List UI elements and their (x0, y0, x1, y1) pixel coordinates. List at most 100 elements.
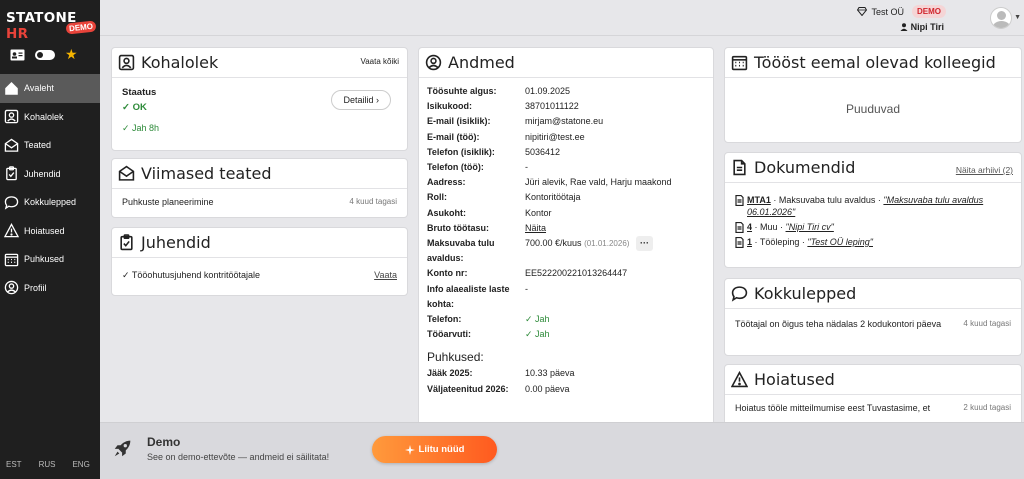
document-icon (735, 237, 744, 248)
user-name[interactable]: Nipi Tiri (900, 22, 944, 32)
data-row: Väljateenitud 2026: 0.00 päeva (427, 383, 570, 394)
sidebar-item-profiil[interactable]: Profiil (0, 274, 100, 303)
view-link[interactable]: Vaata (374, 270, 397, 280)
kokkulepped-card: Kokkulepped Töötajal on õigus teha nädal… (724, 278, 1022, 356)
sidebar-item-teated[interactable]: Teated (0, 131, 100, 160)
document-icon (733, 159, 746, 176)
user-badge-icon (4, 110, 19, 124)
teated-header: Viimased teated (112, 159, 407, 189)
sidebar-item-label: Avaleht (24, 83, 54, 94)
document-item[interactable]: 4 · Muu · "Nipi Tiri cv" (725, 221, 1021, 233)
data-row: Aadress: Jüri alevik, Rae vald, Harju maa… (427, 177, 672, 188)
dokumendid-card: Dokumendid Näita arhiivi (2) MTA1 · Maks… (724, 152, 1022, 268)
chat-bubble-icon (4, 195, 19, 210)
attendance-hours: ✓ Jah 8h (122, 123, 160, 133)
lang-eng[interactable]: ENG (72, 460, 89, 469)
user-circle-icon (4, 281, 19, 295)
sidebar-item-puhkused[interactable]: Puhkused (0, 245, 100, 274)
sidebar-item-label: Profiil (24, 282, 47, 293)
tax-free-date: (01.01.2026) (584, 239, 630, 249)
sidebar-item-label: Teated (24, 140, 52, 151)
card-title: Hoiatused (754, 370, 835, 389)
empty-state: Puuduvad (845, 102, 901, 116)
clipboard-check-icon (6, 166, 17, 181)
sidebar-item-avaleht[interactable]: Avaleht (0, 74, 100, 103)
vacation-title: Puhkused: (427, 350, 484, 365)
data-row: Bruto töötasu: Näita (427, 221, 713, 236)
star-icon[interactable]: ★ (65, 46, 78, 63)
sidebar-item-kohalolek[interactable]: Kohalolek (0, 103, 100, 132)
avatar[interactable] (990, 7, 1012, 29)
document-icon (735, 195, 744, 206)
document-item[interactable]: MTA1 · Maksuvaba tulu avaldus · "Maksuva… (725, 194, 1021, 218)
envelope-icon (4, 138, 19, 152)
data-row: Maksuvaba tulu avaldus: 700.00 €/kuus (0… (427, 236, 713, 266)
diamond-icon (857, 7, 868, 16)
status-block: Staatus ✓ OK ✓ Jah 8h (122, 87, 159, 134)
rocket-icon (114, 440, 131, 457)
list-item[interactable]: Hoiatus tööle mitteilmumise eest Tuvasta… (725, 395, 1021, 421)
calendar-icon (731, 55, 748, 71)
list-item: ✓ Tööohutusjuhend kontritöötajale Vaata (122, 270, 397, 280)
data-row: Jääk 2025: 10.33 päeva (427, 368, 575, 379)
employee-data-table: Töösuhte algus: 01.09.2025 Isikukood: 3870… (419, 78, 713, 397)
details-button[interactable]: Detailid › (331, 90, 391, 110)
warning-icon (731, 371, 748, 388)
document-list: MTA1 · Maksuvaba tulu avaldus · "Maksuva… (725, 194, 1021, 248)
view-all-button[interactable]: Vaata kõiki (360, 57, 399, 66)
more-options-button[interactable]: ··· (635, 236, 653, 252)
sidebar-nav: Avaleht Kohalolek Teated Juhendid Kokkul… (0, 74, 100, 302)
hoiatused-card: Hoiatused Hoiatus tööle mitteilmumise ee… (724, 364, 1022, 427)
sidebar-item-label: Hoiatused (24, 225, 65, 236)
status-value: ✓ OK (122, 102, 147, 113)
id-card-icon[interactable] (10, 49, 25, 61)
sidebar-item-label: Kohalolek (24, 111, 64, 122)
company-selector[interactable]: Test OÜ DEMO (857, 5, 946, 18)
warning-icon (4, 223, 19, 238)
sidebar-item-juhendid[interactable]: Juhendid (0, 160, 100, 189)
data-row: E-mail (isiklik): mirjam@statone.eu (427, 116, 604, 127)
card-title: Viimased teated (141, 164, 272, 183)
hoiatused-header: Hoiatused (725, 365, 1021, 395)
kokkulepped-header: Kokkulepped (725, 279, 1021, 309)
demo-banner: Demo See on demo-ettevõte — andmeid ei s… (100, 422, 1024, 479)
chevron-down-icon[interactable]: ▼ (1014, 14, 1021, 21)
document-item[interactable]: 1 · Tööleping · "Test OÜ leping" (725, 236, 1021, 248)
sidebar-item-label: Puhkused (24, 254, 65, 265)
list-item[interactable]: Töötajal on õigus teha nädalas 2 kodukon… (725, 309, 1021, 339)
theme-toggle[interactable] (35, 49, 55, 60)
sidebar-quick-actions: ★ (10, 46, 78, 63)
demo-badge: DEMO (912, 5, 946, 18)
sidebar-item-label: Juhendid (24, 168, 61, 179)
juhendid-header: Juhendid (112, 228, 407, 258)
top-bar: Test OÜ DEMO Nipi Tiri ▼ (100, 0, 1024, 36)
lang-est[interactable]: EST (6, 460, 22, 469)
sidebar-item-label: Kokkulepped (24, 197, 77, 208)
data-row: Konto nr: EE522200221013264447 (427, 268, 628, 279)
show-archive-link[interactable]: Näita arhiivi (2) (956, 165, 1013, 175)
card-title: Kokkulepped (754, 284, 857, 303)
card-title: Kohalolek (141, 53, 219, 72)
lang-rus[interactable]: RUS (39, 460, 56, 469)
company-name: Test OÜ (871, 6, 904, 17)
data-row: Telefon (töö): - (427, 162, 528, 173)
kohalolek-card: Kohalolek Vaata kõiki Staatus ✓ OK ✓ Jah… (111, 47, 408, 151)
card-title: Töööst eemal olevad kolleegid (754, 53, 996, 72)
andmed-header: Andmed (419, 48, 713, 78)
sidebar-item-hoiatused[interactable]: Hoiatused (0, 217, 100, 246)
juhendid-card: Juhendid ✓ Tööohutusjuhend kontritöötaja… (111, 227, 408, 296)
banner-title: Demo (147, 435, 181, 449)
list-item[interactable]: Puhkuste planeerimine 4 kuud tagasi (112, 189, 407, 215)
show-salary-link[interactable]: Näita (525, 221, 713, 236)
data-row: Tööarvuti: ✓ Jah (427, 329, 550, 340)
data-row: Isikukood: 38701011122 (427, 101, 579, 112)
sidebar-item-kokkulepped[interactable]: Kokkulepped (0, 188, 100, 217)
tax-free-amount: 700.00 €/kuus (525, 238, 582, 249)
user-badge-icon (118, 54, 135, 71)
calendar-icon (4, 253, 19, 266)
document-icon (735, 222, 744, 233)
kolleegid-header: Töööst eemal olevad kolleegid (725, 48, 1021, 78)
data-row: Info alaealiste laste kohta: - (427, 283, 528, 309)
join-now-button[interactable]: Liitu nüüd (372, 436, 497, 463)
home-icon (5, 81, 18, 95)
